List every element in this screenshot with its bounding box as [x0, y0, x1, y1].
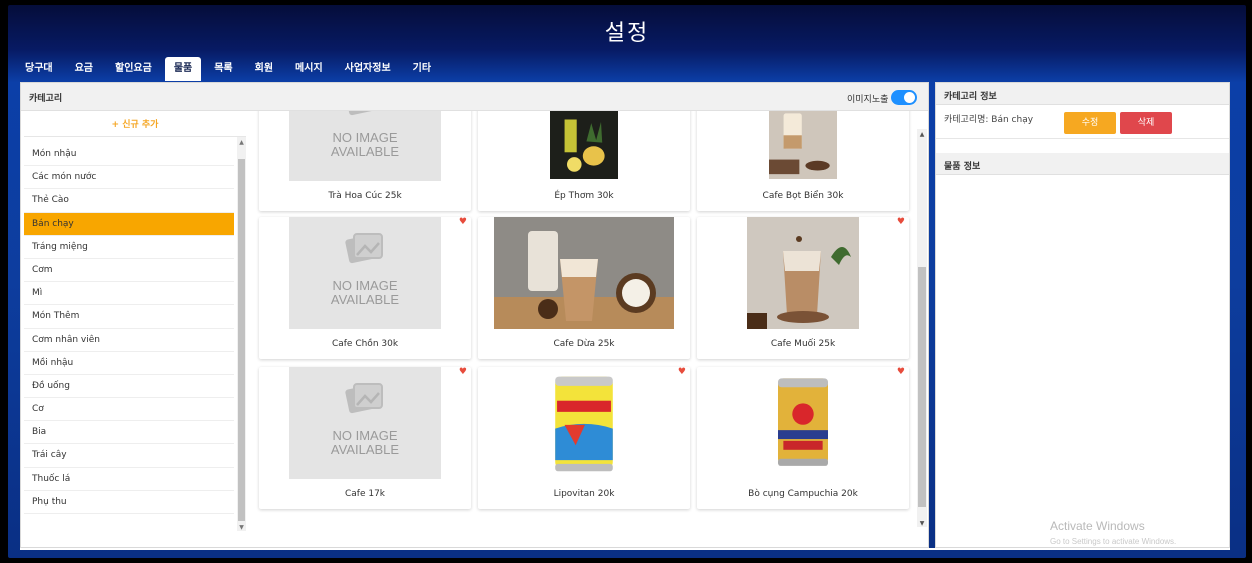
product-name: Ép Thơm 30k: [554, 191, 614, 201]
tab-products[interactable]: 물품: [164, 57, 202, 81]
no-image-placeholder: NO IMAGE AVAILABLE: [289, 217, 441, 329]
category-item[interactable]: Món nhậu: [24, 143, 234, 167]
no-image-placeholder: NO IMAGE AVAILABLE: [289, 367, 441, 479]
no-image-placeholder: NO IMAGE AVAILABLE: [289, 111, 441, 181]
category-item[interactable]: Mì: [24, 282, 234, 306]
image-placeholder-icon: [345, 383, 383, 414]
category-item-selected[interactable]: Bán chạy: [24, 212, 234, 236]
pineapple-juice-image: [550, 111, 618, 179]
no-image-line2: AVAILABLE: [330, 442, 400, 457]
window-title: 설정: [604, 21, 650, 46]
image-placeholder-icon: [345, 111, 377, 116]
tab-rates[interactable]: 요금: [66, 57, 102, 81]
category-item[interactable]: Bia: [24, 421, 234, 445]
activate-windows-watermark: Activate Windows: [1050, 519, 1145, 533]
redbull-can-image: [778, 378, 828, 466]
category-item[interactable]: Cơ: [24, 398, 234, 422]
category-list: Món nhậu Các món nước Thẻ Cào Bán chạy T…: [24, 143, 234, 514]
scrollbar-thumb[interactable]: [238, 159, 245, 521]
scroll-down-arrow-icon[interactable]: ▼: [917, 520, 927, 527]
category-scrollbar[interactable]: ▲ ▼: [237, 137, 246, 531]
scroll-up-arrow-icon[interactable]: ▲: [237, 139, 246, 146]
product-card[interactable]: ♥ NO IMAGE AVAILABLE Cafe 17k: [259, 367, 471, 509]
category-info-header: 카테고리 정보: [936, 83, 1229, 105]
no-image-line2: AVAILABLE: [330, 144, 400, 159]
bottom-strip: [20, 548, 1230, 550]
no-image-line1: NO IMAGE: [332, 428, 398, 443]
favorite-heart-icon[interactable]: ♥: [678, 367, 686, 377]
category-item[interactable]: Món Thêm: [24, 305, 234, 329]
product-name: Cafe Muối 25k: [770, 339, 836, 349]
info-panel: 카테고리 정보 카테고리명: Bán chạy 수정 삭제 물품 정보 Acti…: [935, 82, 1230, 548]
add-category-button[interactable]: + 신규 추가: [24, 113, 246, 137]
salt-coffee-image: [747, 217, 859, 329]
tab-members[interactable]: 회원: [246, 57, 282, 81]
tab-discount-rates[interactable]: 할인요금: [106, 57, 161, 81]
tab-messages[interactable]: 메시지: [286, 57, 332, 81]
category-item[interactable]: Thuốc lá: [24, 468, 234, 491]
product-card[interactable]: Cafe Dừa 25k: [478, 217, 690, 359]
no-image-line2: AVAILABLE: [330, 292, 400, 307]
scroll-down-arrow-icon[interactable]: ▼: [237, 524, 246, 531]
category-item[interactable]: Cơm nhân viên: [24, 329, 234, 352]
product-name: Lipovitan 20k: [553, 489, 615, 499]
category-item[interactable]: Mồi nhậu: [24, 352, 234, 375]
product-info-header: 물품 정보: [936, 153, 1229, 175]
category-header-label: 카테고리: [29, 94, 63, 104]
tab-tables[interactable]: 당구대: [16, 57, 62, 81]
product-card[interactable]: ♥ Lipovitan 20k: [478, 367, 690, 509]
tab-list[interactable]: 목록: [205, 57, 241, 81]
product-card[interactable]: NO IMAGE AVAILABLE Trà Hoa Cúc 25k: [259, 111, 471, 211]
product-name: Trà Hoa Cúc 25k: [328, 191, 402, 201]
image-placeholder-icon: [345, 233, 383, 264]
product-name: Bò cụng Campuchia 20k: [748, 489, 858, 499]
category-info-title: 카테고리 정보: [944, 92, 997, 102]
category-info-row: 카테고리명: Bán chạy 수정 삭제: [936, 105, 1229, 139]
no-image-line1: NO IMAGE: [332, 278, 398, 293]
panel-header: 카테고리 이미지노출: [21, 83, 928, 111]
category-column: + 신규 추가 Món nhậu Các món nước Thẻ Cào Bá…: [24, 113, 246, 531]
favorite-heart-icon[interactable]: ♥: [897, 367, 905, 377]
product-card[interactable]: Cafe Bọt Biển 30k: [697, 111, 909, 211]
favorite-heart-icon[interactable]: ♥: [459, 217, 467, 227]
tab-other[interactable]: 기타: [404, 57, 440, 81]
category-item[interactable]: Cơm: [24, 259, 234, 283]
favorite-heart-icon[interactable]: ♥: [459, 367, 467, 377]
product-info-title: 물품 정보: [944, 162, 981, 172]
product-name: Cafe Bọt Biển 30k: [762, 191, 844, 201]
category-item[interactable]: Trái cây: [24, 444, 234, 468]
dalgona-coffee-image: [769, 111, 837, 179]
tab-bar: 당구대 요금 할인요금 물품 목록 회원 메시지 사업자정보 기타: [16, 57, 444, 81]
edit-category-button[interactable]: 수정: [1064, 112, 1116, 134]
coconut-coffee-image: [494, 217, 674, 329]
category-item[interactable]: Tráng miệng: [24, 236, 234, 259]
product-card[interactable]: ♥ NO IMAGE AVAILABLE Cafe Chồn 30k: [259, 217, 471, 359]
scrollbar-thumb[interactable]: [918, 267, 926, 507]
product-name: Cafe Dừa 25k: [553, 339, 615, 349]
tab-business-info[interactable]: 사업자정보: [336, 57, 400, 81]
scroll-up-arrow-icon[interactable]: ▲: [917, 131, 927, 138]
category-name-label: 카테고리명: Bán chạy: [944, 115, 1034, 125]
product-name: Cafe 17k: [344, 489, 386, 499]
product-grid: NO IMAGE AVAILABLE Trà Hoa Cúc 25k Ép Thơ…: [256, 111, 919, 531]
product-name: Cafe Chồn 30k: [331, 339, 399, 349]
delete-category-button[interactable]: 삭제: [1120, 112, 1172, 134]
product-card[interactable]: ♥ Cafe Muối 25k: [697, 217, 909, 359]
lipovitan-can-image: [555, 376, 613, 472]
category-item[interactable]: Các món nước: [24, 166, 234, 190]
category-item[interactable]: Đồ uống: [24, 375, 234, 399]
product-card[interactable]: Ép Thơm 30k: [478, 111, 690, 211]
no-image-line1: NO IMAGE: [332, 130, 398, 145]
category-item[interactable]: Thẻ Cào: [24, 189, 234, 213]
image-toggle-label: 이미지노출: [847, 95, 889, 105]
activate-windows-subtext: Go to Settings to activate Windows.: [1050, 537, 1177, 546]
image-display-toggle[interactable]: [891, 90, 917, 105]
product-grid-scrollbar[interactable]: ▲ ▼: [917, 129, 927, 527]
category-products-panel: 카테고리 이미지노출 + 신규 추가 Món nhậu Các món nước…: [20, 82, 929, 548]
product-card[interactable]: ♥ Bò cụng Campuchia 20k: [697, 367, 909, 509]
favorite-heart-icon[interactable]: ♥: [897, 217, 905, 227]
category-item[interactable]: Phụ thu: [24, 491, 234, 514]
